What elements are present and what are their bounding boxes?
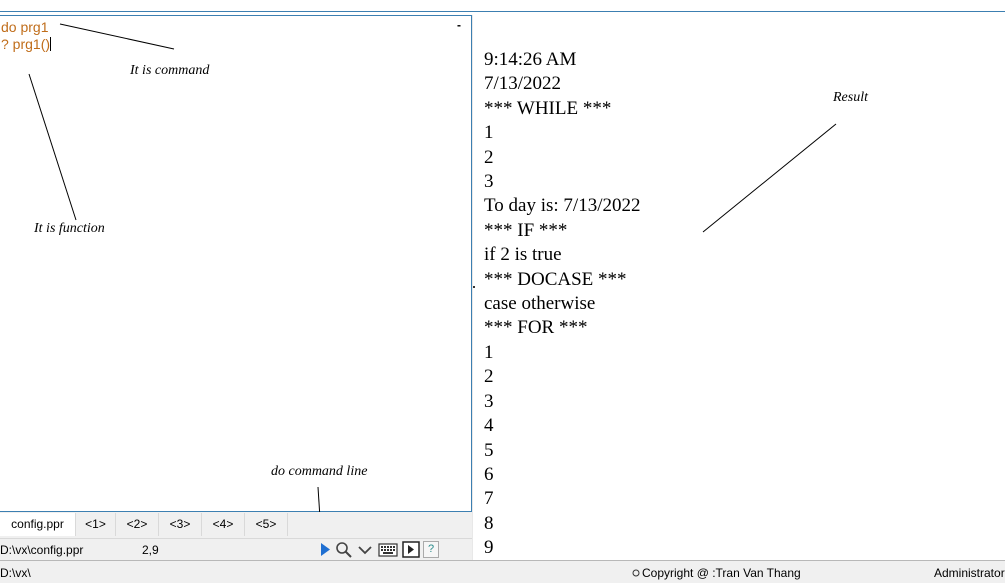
copyright-text: Copyright @ :Tran Van Thang xyxy=(632,566,801,580)
collapse-button[interactable]: - xyxy=(457,18,461,32)
annotation-function: It is function xyxy=(34,221,105,236)
output-line: 5 xyxy=(484,439,494,461)
output-line: 1 xyxy=(484,122,494,144)
output-line: if 2 is true xyxy=(484,244,562,266)
run-icon[interactable] xyxy=(319,541,331,558)
output-line: case otherwise xyxy=(484,293,596,315)
editor-line-1[interactable]: do prg1 xyxy=(1,19,48,35)
tab-4[interactable]: <4> xyxy=(202,513,245,536)
annotation-do-command-line: do command line xyxy=(271,464,368,479)
tab-5[interactable]: <5> xyxy=(245,513,288,536)
output-line: 7/13/2022 xyxy=(484,73,562,95)
top-border xyxy=(0,11,1005,12)
user-name: Administrator xyxy=(934,566,1005,580)
output-line: 9:14:26 AM xyxy=(484,49,577,70)
output-line: *** IF *** xyxy=(484,219,568,241)
splitter-handle[interactable] xyxy=(473,286,475,288)
file-tab-bar: config.ppr <1> <2> <3> <4> <5> xyxy=(0,512,472,539)
tab-config[interactable]: config.ppr xyxy=(0,513,76,536)
output-line: 2 xyxy=(484,146,494,168)
keyboard-icon[interactable] xyxy=(378,541,398,558)
output-line: 6 xyxy=(484,463,494,485)
status-circle-icon xyxy=(632,569,640,577)
output-line: 4 xyxy=(484,415,494,437)
output-line: 8 xyxy=(484,512,494,534)
editor-status-bar: D:\vx\config.ppr 2,9 ? xyxy=(0,539,472,560)
output-line: To day is: 7/13/2022 xyxy=(484,195,641,217)
output-line: 3 xyxy=(484,171,494,193)
output-line: 9 xyxy=(484,537,494,559)
output-line: 3 xyxy=(484,390,494,412)
output-line: 7 xyxy=(484,488,494,510)
editor-toolbar: ? xyxy=(312,539,472,560)
pointer-line-result xyxy=(702,123,837,233)
editor-line-2[interactable]: ? prg1() xyxy=(1,36,52,52)
output-line: *** FOR *** xyxy=(484,317,588,339)
annotation-result: Result xyxy=(833,90,868,105)
cursor-position: 2,9 xyxy=(142,543,159,557)
app-status-bar: D:\vx\ Copyright @ :Tran Van Thang Admin… xyxy=(0,560,1005,583)
output-line: *** DOCASE *** xyxy=(484,268,627,290)
tab-1[interactable]: <1> xyxy=(76,513,116,536)
help-icon[interactable]: ? xyxy=(423,541,439,558)
chevron-down-icon[interactable] xyxy=(357,541,373,558)
panel-toggle-icon[interactable] xyxy=(402,541,420,558)
tab-3[interactable]: <3> xyxy=(159,513,202,536)
working-directory: D:\vx\ xyxy=(0,566,31,580)
output-line: 2 xyxy=(484,366,494,388)
result-output: 9:14:26 AM 7/13/2022 *** WHILE *** 1 2 3 To da… xyxy=(484,48,640,561)
output-line: 1 xyxy=(484,341,494,363)
search-icon[interactable] xyxy=(335,541,353,558)
code-editor[interactable]: do prg1 ? prg1() - xyxy=(0,15,472,512)
tab-2[interactable]: <2> xyxy=(116,513,159,536)
text-caret xyxy=(50,37,52,51)
annotation-command: It is command xyxy=(130,63,210,78)
output-line: *** WHILE *** xyxy=(484,97,612,119)
file-path: D:\vx\config.ppr xyxy=(0,543,84,557)
